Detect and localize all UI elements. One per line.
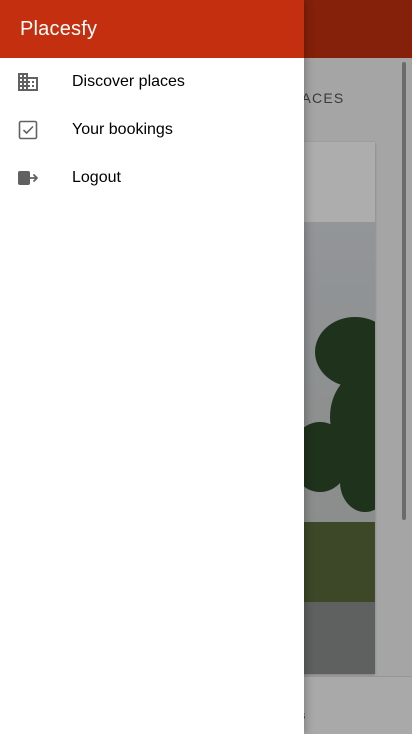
side-menu-title: Placesfy xyxy=(20,17,98,40)
menu-item-logout[interactable]: Logout xyxy=(0,154,304,202)
menu-item-label: Discover places xyxy=(72,73,185,90)
menu-item-label: Your bookings xyxy=(72,121,173,138)
checkbox-icon xyxy=(0,118,72,142)
exit-icon xyxy=(0,166,72,190)
menu-item-label: Logout xyxy=(72,169,121,186)
business-icon xyxy=(0,70,72,94)
menu-item-discover-places[interactable]: Discover places xyxy=(0,58,304,106)
app-screen: PLACES s Placesfy Discover places xyxy=(0,0,412,734)
side-menu: Placesfy Discover places Your bookings L… xyxy=(0,0,304,734)
side-menu-header: Placesfy xyxy=(0,0,304,58)
menu-item-your-bookings[interactable]: Your bookings xyxy=(0,106,304,154)
